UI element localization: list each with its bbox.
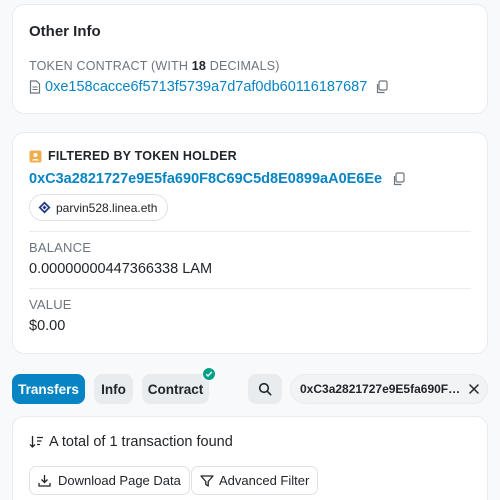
other-info-title: Other Info bbox=[29, 23, 101, 40]
transaction-summary: A total of 1 transaction found bbox=[49, 434, 233, 450]
filter-heading-row: FILTERED BY TOKEN HOLDER bbox=[29, 149, 237, 163]
search-icon bbox=[258, 382, 272, 396]
holder-address-link[interactable]: 0xC3a2821727e9E5fa690F8C69C5d8E0899aA0E6… bbox=[29, 171, 382, 187]
sort-icon bbox=[29, 435, 44, 449]
balance-value: 0.00000000447366338 LAM bbox=[29, 261, 213, 277]
advanced-filter-label: Advanced Filter bbox=[219, 473, 310, 488]
search-button[interactable] bbox=[248, 374, 282, 404]
ens-name-chip[interactable]: parvin528.linea.eth bbox=[29, 194, 169, 221]
token-contract-label-text: TOKEN CONTRACT (WITH bbox=[29, 59, 189, 73]
tab-contract[interactable]: Contract bbox=[142, 374, 209, 404]
tab-transfers[interactable]: Transfers bbox=[12, 374, 85, 404]
close-icon[interactable] bbox=[469, 384, 479, 394]
document-icon bbox=[29, 80, 41, 94]
decimals-value: 18 bbox=[191, 59, 207, 73]
balance-label: BALANCE bbox=[29, 240, 92, 255]
token-contract-label: TOKEN CONTRACT (WITH 18 DECIMALS) bbox=[29, 59, 280, 73]
holder-filter-field[interactable]: 0xC3a2821727e9E5fa690F8C... bbox=[290, 374, 488, 404]
value-amount: $0.00 bbox=[29, 318, 66, 334]
holder-address-row: 0xC3a2821727e9E5fa690F8C69C5d8E0899aA0E6… bbox=[29, 171, 405, 187]
download-page-data-button[interactable]: Download Page Data bbox=[29, 466, 190, 495]
linea-diamond-icon bbox=[38, 201, 51, 214]
divider bbox=[29, 231, 471, 232]
copy-icon[interactable] bbox=[375, 80, 388, 94]
funnel-icon bbox=[200, 474, 214, 487]
decimals-suffix: DECIMALS) bbox=[209, 59, 280, 73]
transaction-summary-row: A total of 1 transaction found bbox=[29, 434, 233, 450]
advanced-filter-button[interactable]: Advanced Filter bbox=[191, 466, 319, 495]
divider bbox=[29, 288, 471, 289]
tab-info[interactable]: Info bbox=[94, 374, 133, 404]
other-info-card: Other Info TOKEN CONTRACT (WITH 18 DECIM… bbox=[12, 4, 488, 114]
filter-heading: FILTERED BY TOKEN HOLDER bbox=[48, 149, 237, 163]
holder-filter-text: 0xC3a2821727e9E5fa690F8C... bbox=[300, 382, 461, 396]
download-icon bbox=[38, 474, 51, 487]
id-card-icon bbox=[29, 150, 42, 163]
transactions-card: A total of 1 transaction found Download … bbox=[12, 416, 488, 500]
contract-address-row: 0xe158cacce6f5713f5739a7d7af0db601161876… bbox=[29, 79, 388, 95]
check-icon bbox=[202, 367, 216, 381]
contract-address-link[interactable]: 0xe158cacce6f5713f5739a7d7af0db601161876… bbox=[45, 79, 367, 95]
ens-name: parvin528.linea.eth bbox=[56, 200, 158, 215]
filtered-holder-card: FILTERED BY TOKEN HOLDER 0xC3a2821727e9E… bbox=[12, 132, 488, 354]
value-label: VALUE bbox=[29, 297, 72, 312]
copy-icon[interactable] bbox=[392, 172, 405, 186]
tab-contract-label: Contract bbox=[147, 381, 204, 397]
download-page-data-label: Download Page Data bbox=[58, 473, 181, 488]
